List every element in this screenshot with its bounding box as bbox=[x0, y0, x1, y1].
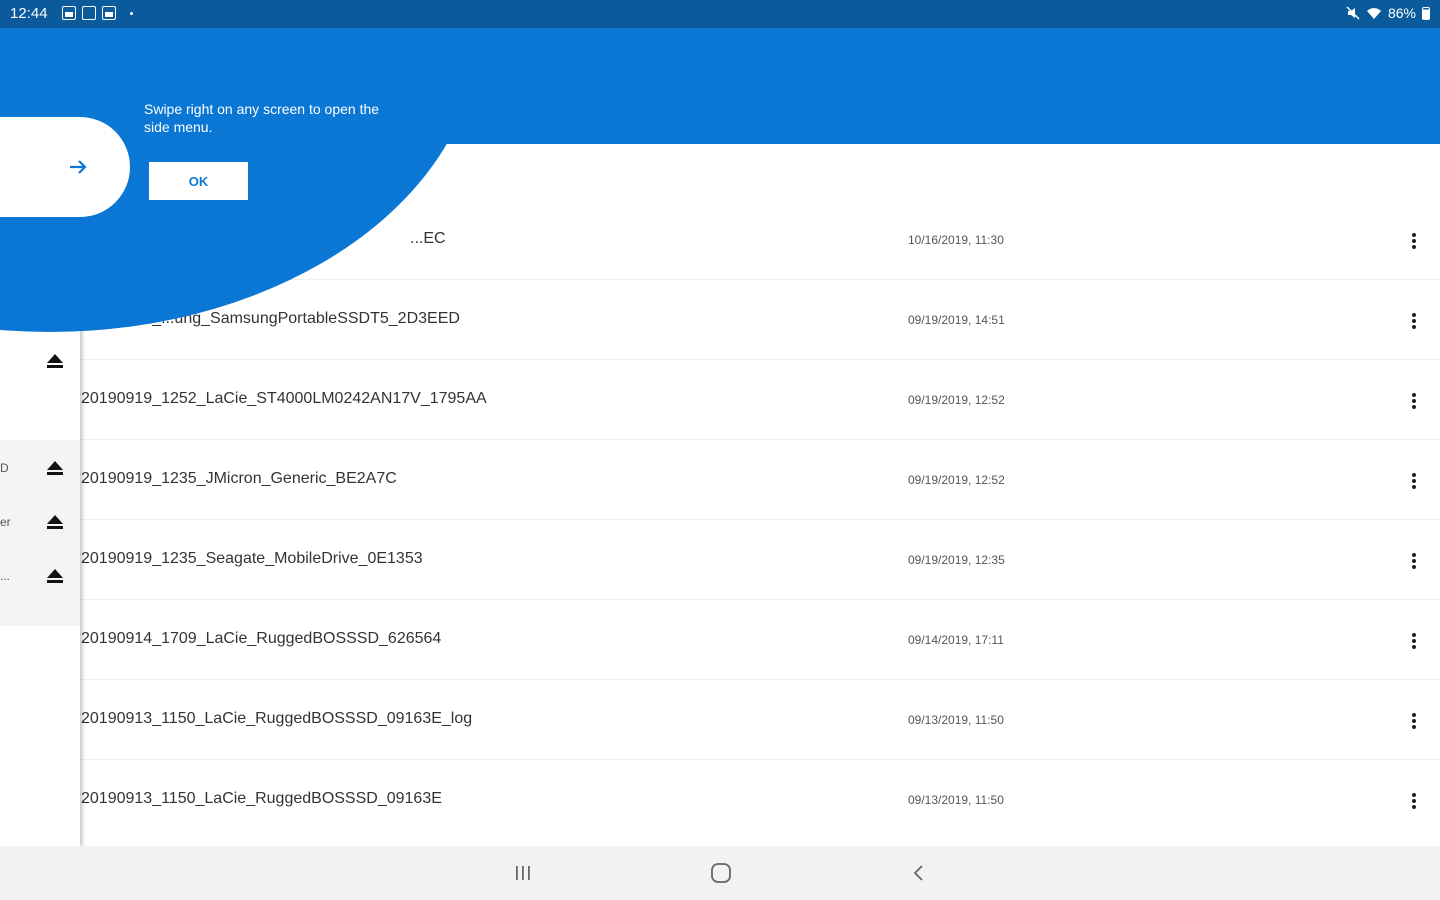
drawer-item-label: ... bbox=[0, 569, 11, 583]
eject-icon[interactable] bbox=[46, 460, 64, 476]
file-name: 20190914_1709_LaCie_RuggedBOSSSD_626564 bbox=[81, 630, 442, 647]
recents-button[interactable] bbox=[509, 860, 537, 886]
photo-icon bbox=[102, 6, 116, 20]
file-date: 10/16/2019, 11:30 bbox=[908, 233, 1004, 247]
status-time: 12:44 bbox=[10, 5, 48, 22]
recents-icon bbox=[516, 866, 530, 880]
row-more-button[interactable] bbox=[1402, 630, 1426, 652]
home-button[interactable] bbox=[707, 860, 735, 886]
more-notifications-dot bbox=[130, 11, 133, 15]
file-name: 20190913_1150_LaCie_RuggedBOSSSD_09163E_… bbox=[81, 710, 473, 727]
file-date: 09/19/2019, 14:51 bbox=[908, 313, 1005, 327]
drawer-item-label: er bbox=[0, 515, 11, 529]
wifi-icon bbox=[1366, 7, 1381, 19]
more-options-icon bbox=[1412, 233, 1416, 249]
status-bar: 12:44 86% bbox=[0, 0, 1440, 28]
back-button[interactable] bbox=[905, 860, 933, 886]
app-screen: 12:44 86% ...EC 10/16/2019, 11:30 201909… bbox=[0, 0, 1440, 900]
file-name: 20190913_1150_LaCie_RuggedBOSSSD_09163E bbox=[81, 790, 442, 807]
file-name: 20190919_1235_Seagate_MobileDrive_0E1353 bbox=[81, 550, 423, 567]
row-more-button[interactable] bbox=[1402, 790, 1426, 812]
eject-icon[interactable] bbox=[46, 568, 64, 584]
file-list: ...EC 10/16/2019, 11:30 20190919_...ung_… bbox=[80, 200, 1440, 840]
row-more-button[interactable] bbox=[1402, 470, 1426, 492]
eject-icon[interactable] bbox=[46, 353, 64, 369]
file-name: 20190919_1235_JMicron_Generic_BE2A7C bbox=[81, 470, 397, 487]
more-options-icon bbox=[1412, 553, 1416, 569]
list-item[interactable]: 20190913_1150_LaCie_RuggedBOSSSD_09163E … bbox=[80, 760, 1440, 840]
file-name: ...EC bbox=[410, 230, 446, 247]
drawer-item-label: D bbox=[0, 461, 9, 475]
battery-icon bbox=[1422, 6, 1430, 20]
list-item[interactable]: 20190919_1235_Seagate_MobileDrive_0E1353… bbox=[80, 520, 1440, 600]
more-options-icon bbox=[1412, 473, 1416, 489]
more-options-icon bbox=[1412, 313, 1416, 329]
file-date: 09/19/2019, 12:52 bbox=[908, 473, 1005, 487]
row-more-button[interactable] bbox=[1402, 550, 1426, 572]
list-item[interactable]: 20190919_...ung_SamsungPortableSSDT5_2D3… bbox=[80, 280, 1440, 360]
file-name: 20190919_1252_LaCie_ST4000LM0242AN17V_17… bbox=[81, 390, 487, 407]
battery-percent: 86% bbox=[1387, 5, 1416, 21]
mute-icon bbox=[1346, 6, 1360, 20]
more-options-icon bbox=[1412, 713, 1416, 729]
list-item[interactable]: 20190919_1252_LaCie_ST4000LM0242AN17V_17… bbox=[80, 360, 1440, 440]
list-item[interactable]: 20190913_1150_LaCie_RuggedBOSSSD_09163E_… bbox=[80, 680, 1440, 760]
file-date: 09/13/2019, 11:50 bbox=[908, 713, 1004, 727]
more-options-icon bbox=[1412, 793, 1416, 809]
row-more-button[interactable] bbox=[1402, 710, 1426, 732]
more-options-icon bbox=[1412, 633, 1416, 649]
home-icon bbox=[711, 863, 731, 883]
coach-mark-spotlight[interactable] bbox=[0, 117, 130, 217]
file-date: 09/14/2019, 17:11 bbox=[908, 633, 1004, 647]
list-item[interactable]: 20190914_1709_LaCie_RuggedBOSSSD_626564 … bbox=[80, 600, 1440, 680]
calendar-icon bbox=[82, 6, 96, 20]
more-options-icon bbox=[1412, 393, 1416, 409]
row-more-button[interactable] bbox=[1402, 390, 1426, 412]
row-more-button[interactable] bbox=[1402, 230, 1426, 252]
row-more-button[interactable] bbox=[1402, 310, 1426, 332]
system-nav-bar bbox=[0, 846, 1440, 900]
eject-icon[interactable] bbox=[46, 514, 64, 530]
gallery-icon bbox=[62, 6, 76, 20]
ok-button[interactable]: OK bbox=[149, 162, 248, 200]
back-icon bbox=[913, 865, 923, 881]
notification-icons bbox=[62, 6, 133, 20]
coach-mark-text: Swipe right on any screen to open the si… bbox=[144, 101, 380, 135]
file-date: 09/19/2019, 12:35 bbox=[908, 553, 1005, 567]
file-date: 09/13/2019, 11:50 bbox=[908, 793, 1004, 807]
file-date: 09/19/2019, 12:52 bbox=[908, 393, 1005, 407]
list-item[interactable]: 20190919_1235_JMicron_Generic_BE2A7C 09/… bbox=[80, 440, 1440, 520]
arrow-right-icon bbox=[70, 160, 87, 174]
system-status: 86% bbox=[1346, 5, 1430, 21]
drawer-section-devices bbox=[0, 440, 80, 626]
